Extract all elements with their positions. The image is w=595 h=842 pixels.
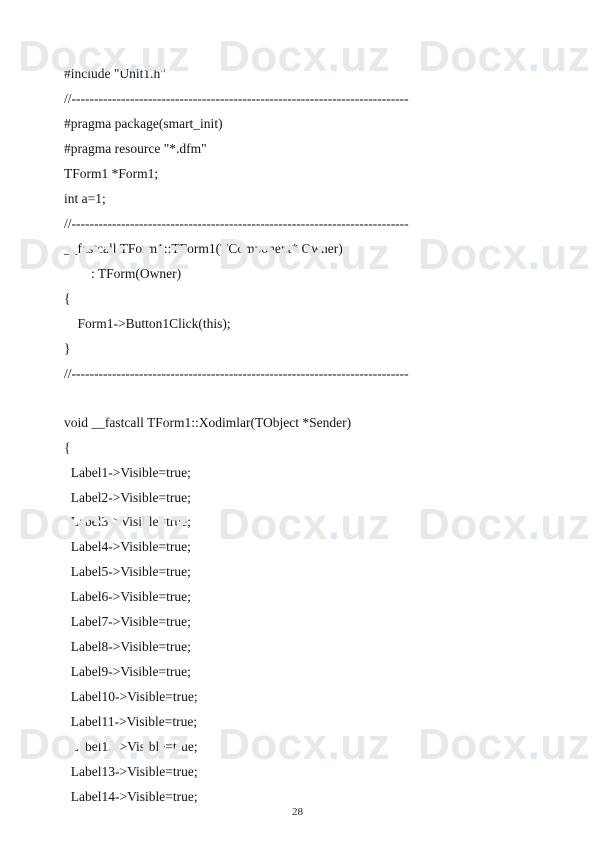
code-line: //--------------------------------------… — [64, 362, 544, 387]
code-line: { — [64, 287, 544, 312]
code-line: Label10->Visible=true; — [64, 685, 544, 710]
code-line: void __fastcall TForm1::Xodimlar(TObject… — [64, 411, 544, 436]
code-line: Label3->Visible=true; — [64, 510, 544, 535]
code-line: #pragma package(smart_init) — [64, 112, 544, 137]
code-line: Label12->Visible=true; — [64, 735, 544, 760]
code-line: Label5->Visible=true; — [64, 560, 544, 585]
code-line: { — [64, 436, 544, 461]
code-block: #include "Unit1.h"//--------------------… — [64, 62, 544, 810]
code-line: TForm1 *Form1; — [64, 162, 544, 187]
code-line: int a=1; — [64, 187, 544, 212]
code-line: Label6->Visible=true; — [64, 585, 544, 610]
code-line: Label9->Visible=true; — [64, 660, 544, 685]
code-line: Form1->Button1Click(this); — [64, 312, 544, 337]
code-line: //--------------------------------------… — [64, 87, 544, 112]
code-line: #include "Unit1.h" — [64, 62, 544, 87]
code-line: } — [64, 337, 544, 362]
code-line: Label4->Visible=true; — [64, 535, 544, 560]
code-line: //--------------------------------------… — [64, 212, 544, 237]
code-line: Label11->Visible=true; — [64, 710, 544, 735]
code-line: #pragma resource "*.dfm" — [64, 137, 544, 162]
code-line: Label1->Visible=true; — [64, 461, 544, 486]
code-line: Label8->Visible=true; — [64, 635, 544, 660]
code-line — [64, 387, 544, 411]
code-line: Label13->Visible=true; — [64, 760, 544, 785]
code-line: Label2->Visible=true; — [64, 486, 544, 511]
page-number: 28 — [0, 806, 595, 818]
code-line: __fastcall TForm1::TForm1(TComponent* Ow… — [64, 237, 544, 262]
code-line: Label7->Visible=true; — [64, 610, 544, 635]
code-line: : TForm(Owner) — [64, 262, 544, 287]
